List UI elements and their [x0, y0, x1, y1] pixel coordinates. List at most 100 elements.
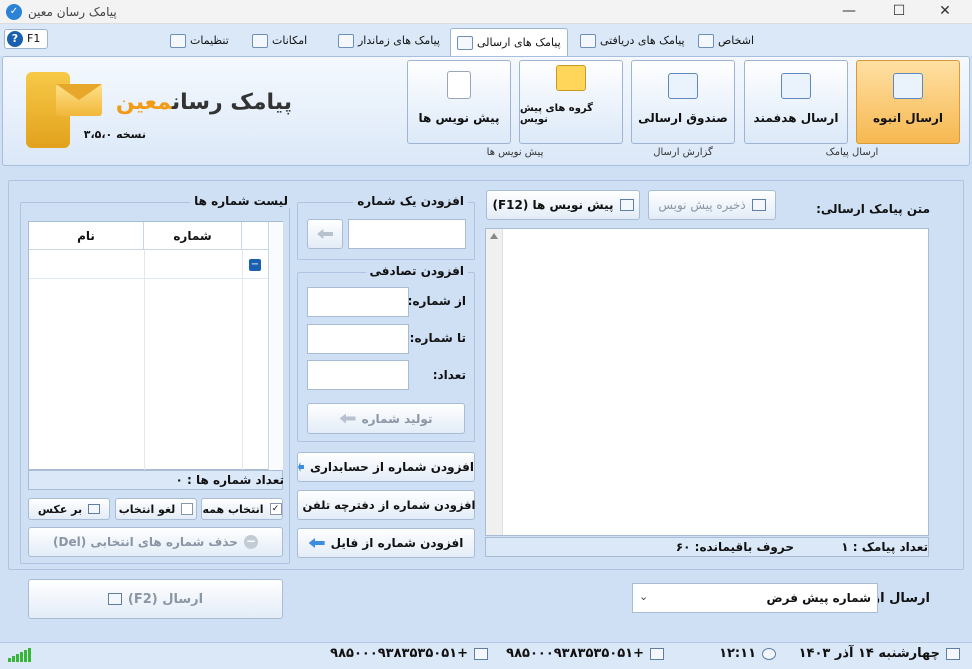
column-header-select[interactable]: [242, 222, 268, 250]
status-time: ۱۲:۱۱: [719, 646, 776, 661]
sms-count: تعداد پیامک : ۱: [841, 540, 928, 554]
column-header-name[interactable]: نام: [29, 222, 144, 250]
drafts-button[interactable]: پیش نویس ها: [407, 60, 511, 144]
status-line-2: +۹۸۵۰۰۰۹۳۸۳۵۳۵۰۵۱: [330, 646, 488, 661]
draft-groups-button[interactable]: گروه های پیش نویس: [519, 60, 623, 144]
gear-icon: [170, 34, 186, 48]
targeted-send-button[interactable]: ارسال هدفمند: [744, 60, 848, 144]
tab-sent[interactable]: پیامک های ارسالی: [450, 28, 568, 56]
calendar-icon: [946, 647, 960, 660]
bulk-send-button[interactable]: ارسال انبوه: [856, 60, 960, 144]
drafts-open-button[interactable]: پیش نویس ها (F12): [486, 190, 640, 220]
version-label: نسخه ۳،۵،۰: [83, 128, 146, 141]
logo-envelope-icon: [56, 84, 102, 116]
send-from-value: شماره پیش فرض: [766, 591, 871, 605]
generate-numbers-button[interactable]: تولید شماره: [307, 403, 465, 434]
tab-label: امکانات: [272, 34, 308, 47]
group-label-report: گزارش ارسال: [653, 147, 713, 158]
add-from-phonebook-button[interactable]: افزودن شماره از دفترچه تلفن: [297, 490, 476, 520]
numbers-grid[interactable]: نام شماره −: [28, 221, 283, 470]
delete-selected-button[interactable]: − حذف شماره های انتخابی (Del): [28, 527, 283, 557]
collapse-icon[interactable]: −: [249, 259, 261, 271]
note-add-icon: [556, 65, 586, 91]
tab-strip: ? F1 اشخاص پیامک های دریافتی پیامک های ا…: [0, 24, 972, 56]
invert-selection-button[interactable]: بر عکس: [28, 498, 110, 520]
tab-label: پیامک های ارسالی: [477, 35, 561, 49]
floppy-icon: [751, 199, 766, 211]
send-from-select[interactable]: شماره پیش فرض ⌄: [632, 583, 878, 613]
button-label: صندوق ارسالی: [638, 111, 728, 125]
message-scrollbar[interactable]: [486, 229, 503, 535]
brand-title: پیامک رسانمعین: [116, 90, 292, 115]
arrow-left-icon: [339, 413, 356, 424]
scroll-up-icon: [490, 233, 498, 239]
close-button[interactable]: ✕: [922, 0, 968, 24]
button-label: گروه های پیش نویس: [520, 103, 593, 125]
send-icon: [107, 593, 122, 605]
button-label: پیش نویس ها: [418, 111, 500, 125]
add-single-title: افزودن یک شماره: [353, 194, 468, 208]
remaining-chars: حروف باقیمانده: ۶۰: [675, 540, 794, 554]
add-from-file-button[interactable]: افزودن شماره از فایل: [297, 528, 475, 558]
tab-received[interactable]: پیامک های دریافتی: [574, 29, 691, 53]
to-number-label: تا شماره:: [409, 331, 466, 345]
contacts-icon: [698, 34, 714, 48]
tab-label: پیامک های دریافتی: [600, 34, 685, 47]
grid-scrollbar[interactable]: [268, 222, 283, 470]
from-number-label: از شماره:: [407, 294, 466, 308]
clock-icon: [762, 647, 776, 660]
inbox-icon: [580, 34, 596, 48]
brand-part1: پیامک رسان: [171, 90, 292, 115]
tab-scheduled[interactable]: پیامک های زماندار: [332, 29, 446, 53]
row-divider: [29, 278, 268, 279]
app-icon: ✓: [6, 4, 22, 20]
to-number-input[interactable]: [307, 324, 409, 354]
column-header-number[interactable]: شماره: [144, 222, 242, 250]
save-draft-button[interactable]: ذخیره پیش نویس: [648, 190, 776, 220]
chevron-down-icon: ⌄: [639, 590, 649, 603]
add-random-title: افزودن تصادفی: [365, 264, 468, 278]
add-from-accounting-button[interactable]: افزودن شماره از حسابداری: [297, 452, 475, 482]
brand-part2: معین: [115, 90, 172, 115]
gift-icon: [252, 34, 268, 48]
doc-lines-icon: [619, 199, 634, 211]
sim-line-icon: [650, 647, 664, 660]
tab-settings[interactable]: تنظیمات: [164, 29, 235, 53]
select-all-button[interactable]: ✓ انتخاب همه: [201, 498, 283, 520]
count-input[interactable]: [307, 360, 409, 390]
window-title: پیامک رسان معین: [28, 5, 117, 19]
minimize-button[interactable]: —: [826, 0, 872, 24]
single-number-input[interactable]: [348, 219, 466, 249]
help-button[interactable]: ? F1: [4, 29, 48, 49]
numbers-count: تعداد شماره ها : ۰: [175, 473, 285, 487]
message-label: متن پیامک ارسالی:: [816, 202, 930, 216]
message-textarea[interactable]: [485, 228, 929, 536]
help-icon: ?: [7, 31, 23, 47]
outbox-icon: [457, 35, 473, 50]
tray-upload-icon: [668, 73, 698, 99]
numbers-list-title: لیست شماره ها: [190, 194, 292, 208]
arrow-left-icon: [317, 229, 333, 239]
status-date: چهارشنبه ۱۴ آذر ۱۴۰۳: [799, 646, 960, 661]
from-number-input[interactable]: [307, 287, 409, 317]
tab-label: اشخاص: [718, 34, 755, 47]
button-label: ارسال هدفمند: [753, 111, 839, 125]
invert-icon: [88, 504, 101, 514]
arrow-left-icon: [298, 462, 304, 472]
minus-circle-icon: −: [243, 534, 258, 549]
checkbox-checked-icon: ✓: [269, 503, 282, 515]
maximize-button[interactable]: ☐: [876, 0, 922, 24]
column-divider: [144, 250, 145, 470]
sim-line-icon: [474, 647, 488, 660]
outbox-button[interactable]: صندوق ارسالی: [631, 60, 735, 144]
deselect-button[interactable]: لغو انتخاب: [115, 498, 197, 520]
add-single-button[interactable]: [307, 219, 343, 249]
button-label: ارسال انبوه: [872, 111, 944, 125]
signal-icon: [8, 648, 31, 662]
tab-label: پیامک های زماندار: [358, 34, 440, 47]
doc-add-icon: [447, 71, 471, 99]
tab-features[interactable]: امکانات: [246, 29, 313, 53]
checkbox-empty-icon: [181, 503, 194, 515]
send-button[interactable]: ارسال (F2): [28, 579, 283, 619]
tab-contacts[interactable]: اشخاص: [692, 29, 760, 53]
